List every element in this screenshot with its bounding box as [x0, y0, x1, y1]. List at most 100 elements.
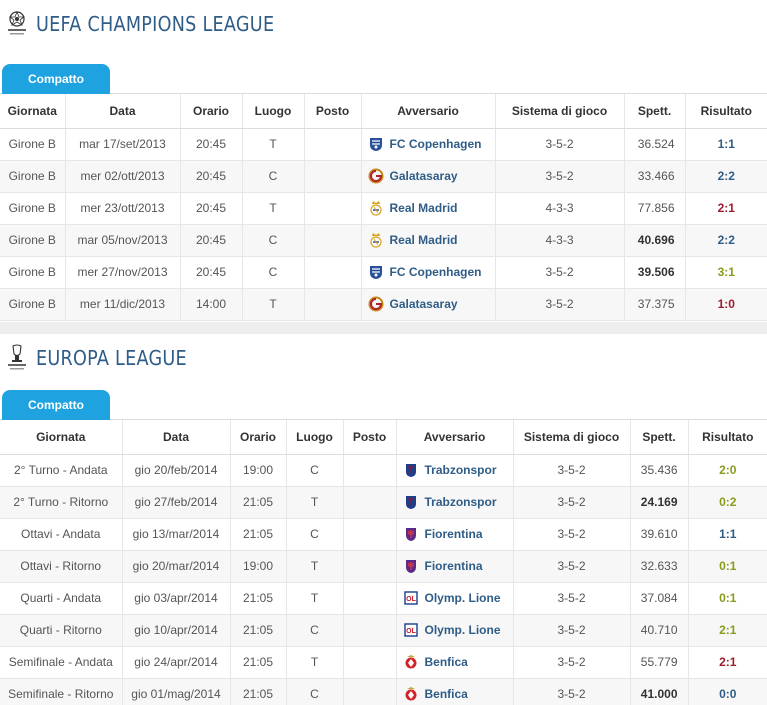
formation-cell: 3-5-2: [495, 160, 625, 193]
attendance-cell: 24.169: [630, 486, 689, 519]
tab-esteso[interactable]: Esteso: [104, 390, 196, 420]
venue-cell: T: [286, 550, 344, 583]
result-link[interactable]: 2:2: [685, 224, 767, 257]
fiorentina-crest-icon: [403, 558, 419, 574]
time-cell: 20:45: [180, 128, 243, 161]
column-header[interactable]: Risultato: [685, 94, 767, 129]
venue-cell: C: [286, 454, 344, 487]
opponent-link[interactable]: Galatasaray: [390, 169, 458, 183]
opponent-cell: Real Madrid: [361, 192, 496, 225]
round-cell: Girone B: [0, 288, 66, 321]
round-cell: Ottavi - Andata: [0, 518, 123, 551]
time-cell: 21:05: [230, 678, 287, 705]
formation-cell: 4-3-3: [495, 224, 625, 257]
result-link[interactable]: 1:0: [685, 288, 767, 321]
column-header[interactable]: Giornata: [0, 94, 66, 129]
lyon-crest-icon: OL: [403, 590, 419, 606]
result-link[interactable]: 2:1: [688, 614, 767, 647]
venue-cell: C: [242, 256, 305, 289]
column-header[interactable]: Avversario: [361, 94, 496, 129]
position-cell: [343, 646, 397, 679]
result-link[interactable]: 0:2: [688, 486, 767, 519]
tab-compatto[interactable]: Compatto: [2, 390, 110, 420]
date-cell: gio 13/mar/2014: [122, 518, 231, 551]
column-header[interactable]: Orario: [230, 420, 287, 455]
result-link[interactable]: 2:2: [685, 160, 767, 193]
result-link[interactable]: 2:1: [685, 192, 767, 225]
date-cell: gio 01/mag/2014: [122, 678, 231, 705]
date-cell: mar 05/nov/2013: [65, 224, 181, 257]
column-header[interactable]: Data: [122, 420, 231, 455]
column-header[interactable]: Spett.: [624, 94, 686, 129]
result-link[interactable]: 3:1: [685, 256, 767, 289]
opponent-link[interactable]: Olymp. Lione: [425, 623, 501, 637]
column-header[interactable]: Posto: [304, 94, 362, 129]
result-link[interactable]: 1:1: [688, 518, 767, 551]
table-row: 2° Turno - Andata gio 20/feb/2014 19:00 C Tr…: [0, 454, 767, 487]
table-row: Quarti - Ritorno gio 10/apr/2014 21:05 C OL O…: [0, 614, 767, 647]
venue-cell: T: [286, 582, 344, 615]
opponent-link[interactable]: Benfica: [425, 687, 468, 701]
result-link[interactable]: 0:0: [688, 678, 767, 705]
tab-compatto[interactable]: Compatto: [2, 64, 110, 94]
column-header[interactable]: Posto: [343, 420, 397, 455]
date-cell: gio 10/apr/2014: [122, 614, 231, 647]
table-row: Semifinale - Andata gio 24/apr/2014 21:05 T…: [0, 646, 767, 679]
table-row: Girone Bmer 02/ott/2013 20:45 C Galatasaray…: [0, 160, 767, 193]
column-header[interactable]: Orario: [180, 94, 243, 129]
result-link[interactable]: 2:1: [688, 646, 767, 679]
time-cell: 14:00: [180, 288, 243, 321]
date-cell: gio 03/apr/2014: [122, 582, 231, 615]
svg-text:OL: OL: [406, 628, 416, 635]
column-header[interactable]: Luogo: [286, 420, 344, 455]
tab-esteso[interactable]: Esteso: [104, 64, 196, 94]
column-header[interactable]: Sistema di gioco: [495, 94, 625, 129]
table-row: Girone Bmar 17/set/2013 20:45 T FC Copenhag…: [0, 128, 767, 161]
time-cell: 21:05: [230, 646, 287, 679]
formation-cell: 3-5-2: [513, 678, 631, 705]
opponent-link[interactable]: Olymp. Lione: [425, 591, 501, 605]
opponent-link[interactable]: Fiorentina: [425, 527, 483, 541]
position-cell: [343, 454, 397, 487]
round-cell: Girone B: [0, 128, 66, 161]
opponent-link[interactable]: Trabzonspor: [425, 463, 497, 477]
opponent-cell: OL Olymp. Lione: [396, 582, 514, 615]
time-cell: 21:05: [230, 614, 287, 647]
opponent-link[interactable]: Real Madrid: [390, 201, 458, 215]
opponent-cell: OL Olymp. Lione: [396, 614, 514, 647]
position-cell: [343, 678, 397, 705]
column-header[interactable]: Giornata: [0, 420, 123, 455]
time-cell: 20:45: [180, 224, 243, 257]
round-cell: Girone B: [0, 256, 66, 289]
opponent-link[interactable]: Trabzonspor: [425, 495, 497, 509]
opponent-cell: FC Copenhagen: [361, 256, 496, 289]
column-header[interactable]: Risultato: [688, 420, 767, 455]
opponent-link[interactable]: Galatasaray: [390, 297, 458, 311]
result-link[interactable]: 2:0: [688, 454, 767, 487]
section-title: EUROPA LEAGUE: [36, 346, 187, 370]
opponent-link[interactable]: Benfica: [425, 655, 468, 669]
opponent-link[interactable]: Real Madrid: [390, 233, 458, 247]
result-link[interactable]: 0:1: [688, 582, 767, 615]
date-cell: gio 27/feb/2014: [122, 486, 231, 519]
time-cell: 21:05: [230, 486, 287, 519]
column-header[interactable]: Data: [65, 94, 181, 129]
opponent-link[interactable]: FC Copenhagen: [390, 137, 482, 151]
attendance-cell: 40.696: [624, 224, 686, 257]
result-link[interactable]: 0:1: [688, 550, 767, 583]
trabzonspor-crest-icon: [403, 462, 419, 478]
column-header[interactable]: Avversario: [396, 420, 514, 455]
date-cell: mer 27/nov/2013: [65, 256, 181, 289]
result-link[interactable]: 1:1: [685, 128, 767, 161]
date-cell: mer 11/dic/2013: [65, 288, 181, 321]
column-header[interactable]: Sistema di gioco: [513, 420, 631, 455]
column-header[interactable]: Spett.: [630, 420, 689, 455]
opponent-cell: Trabzonspor: [396, 486, 514, 519]
attendance-cell: 55.779: [630, 646, 689, 679]
opponent-link[interactable]: Fiorentina: [425, 559, 483, 573]
round-cell: Semifinale - Andata: [0, 646, 123, 679]
opponent-link[interactable]: FC Copenhagen: [390, 265, 482, 279]
svg-text:OL: OL: [406, 596, 416, 603]
column-header[interactable]: Luogo: [242, 94, 305, 129]
attendance-cell: 37.375: [624, 288, 686, 321]
